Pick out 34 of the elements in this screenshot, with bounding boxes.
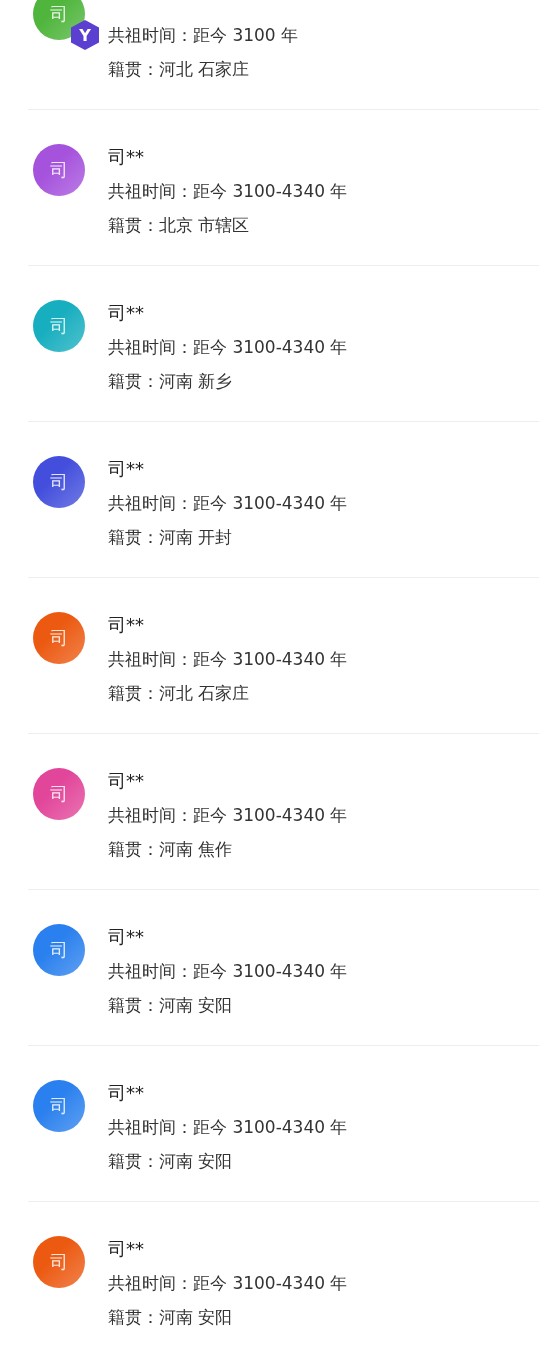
member-name: 司** bbox=[108, 925, 145, 949]
origin-place: 籍贯：河北 石家庄 bbox=[108, 682, 251, 705]
avatar: 司 bbox=[33, 924, 85, 976]
origin-place: 籍贯：河南 开封 bbox=[108, 526, 234, 549]
ancestor-time: 共祖时间：距今 3100-4340 年 bbox=[108, 492, 348, 515]
origin-place: 籍贯：北京 市辖区 bbox=[108, 214, 251, 237]
member-name: 司** bbox=[108, 145, 145, 169]
origin-place: 籍贯：河南 安阳 bbox=[108, 994, 234, 1017]
ancestor-time: 共祖时间：距今 3100-4340 年 bbox=[108, 336, 348, 359]
ancestor-time: 共祖时间：距今 3100-4340 年 bbox=[108, 1116, 348, 1139]
origin-place: 籍贯：河南 焦作 bbox=[108, 838, 234, 861]
ancestor-time: 共祖时间：距今 3100-4340 年 bbox=[108, 804, 348, 827]
ancestor-time: 共祖时间：距今 3100 年 bbox=[108, 24, 299, 47]
member-name: 司** bbox=[108, 613, 145, 637]
avatar: 司 bbox=[33, 300, 85, 352]
member-name: 司** bbox=[108, 457, 145, 481]
avatar: 司 bbox=[33, 144, 85, 196]
member-name: 司** bbox=[108, 1081, 145, 1105]
avatar: 司 bbox=[33, 1236, 85, 1288]
avatar: 司 bbox=[33, 456, 85, 508]
avatar: 司 bbox=[33, 768, 85, 820]
ancestor-time: 共祖时间：距今 3100-4340 年 bbox=[108, 648, 348, 671]
origin-place: 籍贯：河南 安阳 bbox=[108, 1150, 234, 1173]
member-name: 司** bbox=[108, 769, 145, 793]
ancestor-time: 共祖时间：距今 3100-4340 年 bbox=[108, 960, 348, 983]
ancestor-time: 共祖时间：距今 3100-4340 年 bbox=[108, 1272, 348, 1295]
origin-place: 籍贯：河北 石家庄 bbox=[108, 58, 251, 81]
origin-place: 籍贯：河南 新乡 bbox=[108, 370, 234, 393]
ancestor-time: 共祖时间：距今 3100-4340 年 bbox=[108, 180, 348, 203]
origin-place: 籍贯：河南 安阳 bbox=[108, 1306, 234, 1329]
avatar: 司 bbox=[33, 612, 85, 664]
member-name: 司** bbox=[108, 301, 145, 325]
avatar: 司 bbox=[33, 1080, 85, 1132]
member-name: 司** bbox=[108, 1237, 145, 1261]
